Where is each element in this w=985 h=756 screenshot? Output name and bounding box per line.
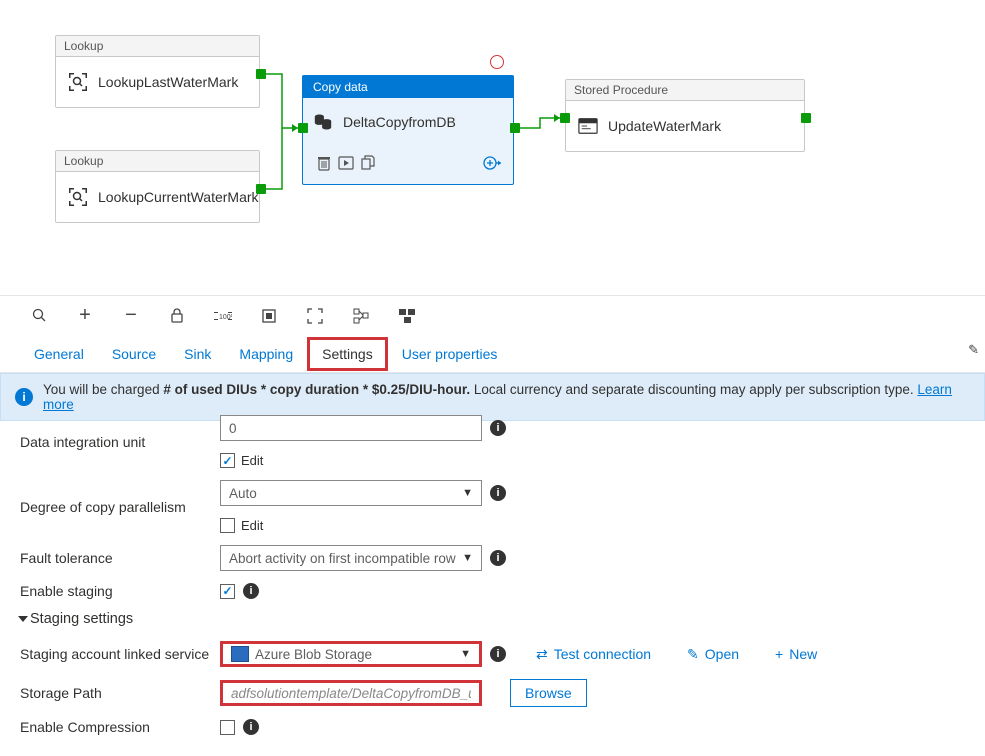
tab-sink[interactable]: Sink (170, 338, 225, 370)
zoom-100-icon[interactable]: 100% (214, 307, 232, 325)
diu-edit-checkbox[interactable]: Edit (220, 453, 263, 468)
database-icon (313, 112, 333, 132)
stored-procedure-icon (578, 116, 598, 136)
tab-settings[interactable]: Settings (307, 337, 388, 371)
connector-output[interactable] (256, 69, 266, 79)
info-icon[interactable]: i (490, 646, 506, 662)
test-connection-button[interactable]: ⇄Test connection (536, 646, 651, 663)
plus-icon: + (775, 646, 783, 662)
open-button[interactable]: ✎Open (687, 646, 739, 663)
parallelism-select[interactable]: Auto▼ (220, 480, 482, 506)
linked-service-label: Staging account linked service (20, 646, 220, 662)
enable-staging-label: Enable staging (20, 583, 220, 599)
tab-source[interactable]: Source (98, 338, 170, 370)
info-icon: i (15, 388, 33, 406)
search-icon (68, 187, 88, 207)
info-icon[interactable]: i (243, 719, 259, 735)
node-label: DeltaCopyfromDB (343, 114, 456, 130)
cost-info-banner: i You will be charged # of used DIUs * c… (0, 373, 985, 421)
collapse-icon (18, 616, 28, 622)
zoom-in-icon[interactable]: + (76, 307, 94, 325)
copy-icon[interactable] (357, 152, 379, 174)
node-type-label: Lookup (56, 151, 259, 172)
svg-text:100%: 100% (219, 314, 232, 321)
blob-storage-icon (231, 646, 249, 662)
node-type-label: Lookup (56, 36, 259, 57)
zoom-fit-icon[interactable] (260, 307, 278, 325)
fault-tolerance-select[interactable]: Abort activity on first incompatible row… (220, 545, 482, 571)
canvas-toolbar: + − 100% (0, 295, 985, 335)
node-label: UpdateWaterMark (608, 118, 721, 134)
connector-input[interactable] (298, 123, 308, 133)
node-label: LookupCurrentWaterMark (98, 189, 259, 205)
enable-compression-label: Enable Compression (20, 719, 220, 735)
parallelism-edit-checkbox[interactable]: Edit (220, 518, 263, 533)
tab-general[interactable]: General (20, 338, 98, 370)
info-icon[interactable]: i (490, 550, 506, 566)
new-button[interactable]: +New (775, 646, 817, 662)
enable-staging-checkbox[interactable] (220, 584, 235, 599)
search-icon (68, 72, 88, 92)
pipeline-canvas[interactable]: Lookup LookupLastWaterMark Lookup Lookup… (0, 0, 985, 290)
node-type-label: Copy data (303, 76, 513, 98)
connector-input[interactable] (560, 113, 570, 123)
node-lookup-last-watermark[interactable]: Lookup LookupLastWaterMark (55, 35, 260, 108)
add-activity-icon[interactable] (481, 152, 503, 174)
banner-text: You will be charged # of used DIUs * cop… (43, 382, 970, 412)
staging-settings-header[interactable]: Staging settings (20, 611, 965, 627)
linked-service-select[interactable]: Azure Blob Storage ▼ (220, 641, 482, 667)
tab-mapping[interactable]: Mapping (225, 338, 307, 370)
node-copy-data[interactable]: Copy data DeltaCopyfromDB (302, 75, 514, 185)
connector-output[interactable] (510, 123, 520, 133)
parallelism-label: Degree of copy parallelism (20, 499, 220, 515)
storage-path-label: Storage Path (20, 685, 220, 701)
layout-icon[interactable] (352, 307, 370, 325)
zoom-search-icon[interactable] (30, 307, 48, 325)
activity-tabs: General Source Sink Mapping Settings Use… (0, 335, 985, 373)
enable-compression-checkbox[interactable] (220, 720, 235, 735)
delete-icon[interactable] (313, 152, 335, 174)
connector-output[interactable] (256, 184, 266, 194)
fault-tolerance-label: Fault tolerance (20, 550, 220, 566)
connector-output[interactable] (801, 113, 811, 123)
settings-panel: Data integration unit i Edit Degree of c… (20, 415, 965, 747)
zoom-out-icon[interactable]: − (122, 307, 140, 325)
node-stored-procedure[interactable]: Stored Procedure UpdateWaterMark (565, 79, 805, 152)
node-lookup-current-watermark[interactable]: Lookup LookupCurrentWaterMark (55, 150, 260, 223)
node-label: LookupLastWaterMark (98, 74, 238, 90)
diu-input[interactable] (220, 415, 482, 441)
node-type-label: Stored Procedure (566, 80, 804, 101)
connection-icon: ⇄ (536, 646, 548, 663)
validation-error-icon (490, 55, 504, 69)
minimap-icon[interactable] (398, 307, 416, 325)
info-icon[interactable]: i (490, 420, 506, 436)
info-icon[interactable]: i (490, 485, 506, 501)
pencil-icon: ✎ (687, 646, 699, 663)
debug-icon[interactable] (335, 152, 357, 174)
tab-user-properties[interactable]: User properties (388, 338, 512, 370)
diu-label: Data integration unit (20, 434, 220, 450)
fullscreen-icon[interactable] (306, 307, 324, 325)
browse-button[interactable]: Browse (510, 679, 587, 707)
info-icon[interactable]: i (243, 583, 259, 599)
edit-tabs-icon[interactable]: ✎ (968, 342, 979, 358)
lock-icon[interactable] (168, 307, 186, 325)
storage-path-input[interactable] (220, 680, 482, 706)
